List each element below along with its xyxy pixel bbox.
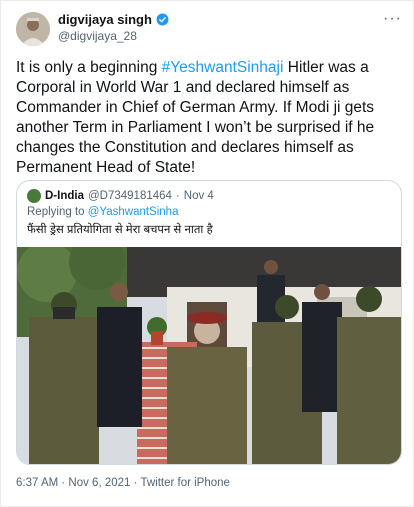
tweet-text: It is only a beginning #YeshwantSinhaji … [16, 59, 375, 176]
more-options-icon[interactable]: ··· [383, 10, 402, 28]
quoted-text: फैंसी ड्रेस प्रतियोगिता से मेरा बचपन से … [27, 224, 213, 236]
quoted-photo[interactable] [17, 247, 401, 464]
hashtag-link[interactable]: #YeshwantSinhaji [162, 59, 284, 76]
tweet-timestamp[interactable]: 6:37 AM · Nov 6, 2021 · Twitter for iPho… [16, 477, 230, 489]
author-handle[interactable]: @digvijaya_28 [58, 29, 137, 43]
author-name[interactable]: digvijaya singh [58, 12, 152, 27]
author-avatar[interactable] [16, 12, 50, 46]
quoted-date: Nov 4 [183, 190, 214, 202]
quoted-avatar [27, 189, 41, 203]
quoted-author-name: D-India [45, 190, 84, 202]
quoted-author-handle: @D7349181464 [87, 190, 172, 202]
quoted-tweet[interactable]: D-India @D7349181464 · Nov 4 Replying to… [16, 180, 402, 465]
quoted-reply-context: Replying to @YashwantSinha [27, 206, 179, 218]
reply-to-link[interactable]: @YashwantSinha [88, 206, 179, 218]
verified-badge-icon [156, 13, 169, 26]
